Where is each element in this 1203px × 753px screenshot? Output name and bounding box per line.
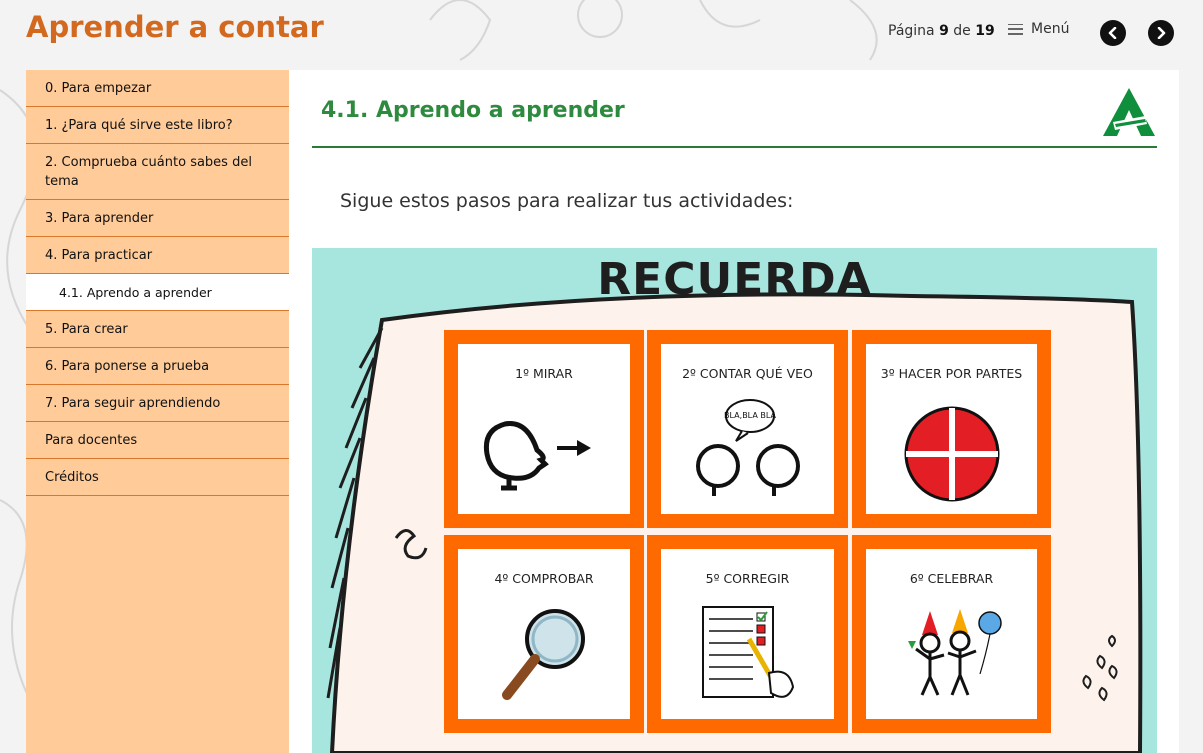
sidebar-item-aprendo-a-aprender[interactable]: 4.1. Aprendo a aprender: [26, 274, 289, 311]
sidebar-item-ponerse-a-prueba[interactable]: 6. Para ponerse a prueba: [26, 348, 289, 385]
app-title: Aprender a contar: [26, 10, 324, 44]
menu-label: Menú: [1031, 21, 1070, 37]
next-page-button[interactable]: [1148, 20, 1174, 46]
page-current: 9: [939, 23, 949, 39]
look-icon: [483, 421, 591, 491]
step-card-comprobar: 4º COMPROBAR: [444, 535, 644, 733]
sidebar-item-para-aprender[interactable]: 3. Para aprender: [26, 200, 289, 237]
intro-text: Sigue estos pasos para realizar tus acti…: [340, 190, 794, 212]
page-total: 19: [975, 23, 995, 39]
step-card-mirar: 1º MIRAR: [444, 330, 644, 528]
page-label: Página: [888, 23, 935, 39]
speech-bubble-text: BLA,BLA BLA: [724, 411, 776, 420]
sidebar-item-creditos[interactable]: Créditos: [26, 459, 289, 496]
step-label: 1º MIRAR: [515, 366, 573, 381]
title-divider: [312, 146, 1157, 148]
chevron-left-icon: [1108, 27, 1117, 39]
magnifier-icon: [502, 609, 585, 700]
recuerda-figure: RECUERDA 1º MIRAR 2º CONTAR QUÉ VEO BLA,…: [312, 248, 1157, 753]
sidebar-item-comprueba[interactable]: 2. Comprueba cuánto sabes del tema: [26, 144, 289, 200]
sidebar-item-para-empezar[interactable]: 0. Para empezar: [26, 70, 289, 107]
page-counter: Página 9 de 19: [888, 23, 995, 39]
checklist-icon: [701, 606, 794, 698]
main-content: 4.1. Aprendo a aprender Sigue estos paso…: [289, 70, 1179, 753]
talk-icon: BLA,BLA BLA: [695, 399, 800, 496]
parts-icon: [904, 406, 999, 502]
page-of: de: [953, 23, 971, 39]
step-card-contar: 2º CONTAR QUÉ VEO BLA,BLA BLA: [647, 330, 848, 528]
step-card-partes: 3º HACER POR PARTES: [852, 330, 1051, 528]
step-label: 2º CONTAR QUÉ VEO: [682, 366, 813, 381]
sidebar-nav: 0. Para empezar 1. ¿Para qué sirve este …: [26, 70, 289, 753]
step-card-corregir: 5º CORREGIR: [647, 535, 848, 733]
chevron-right-icon: [1157, 27, 1166, 39]
celebrate-icon: [907, 609, 1002, 696]
menu-button[interactable]: Menú: [1008, 21, 1069, 37]
step-label: 4º COMPROBAR: [494, 571, 594, 586]
sidebar-item-para-crear[interactable]: 5. Para crear: [26, 311, 289, 348]
step-label: 5º CORREGIR: [705, 571, 790, 586]
recuerda-heading: RECUERDA: [597, 254, 872, 305]
sidebar-item-para-que-sirve[interactable]: 1. ¿Para qué sirve este libro?: [26, 107, 289, 144]
sidebar-item-seguir-aprendiendo[interactable]: 7. Para seguir aprendiendo: [26, 385, 289, 422]
hamburger-icon: [1008, 23, 1023, 35]
step-card-celebrar: 6º CELEBRAR: [852, 535, 1051, 733]
junta-andalucia-logo: [1103, 88, 1155, 136]
page-title: 4.1. Aprendo a aprender: [321, 98, 625, 123]
sidebar-item-para-practicar[interactable]: 4. Para practicar: [26, 237, 289, 274]
previous-page-button[interactable]: [1100, 20, 1126, 46]
step-label: 6º CELEBRAR: [909, 571, 994, 586]
sidebar-item-para-docentes[interactable]: Para docentes: [26, 422, 289, 459]
step-label: 3º HACER POR PARTES: [880, 366, 1023, 381]
